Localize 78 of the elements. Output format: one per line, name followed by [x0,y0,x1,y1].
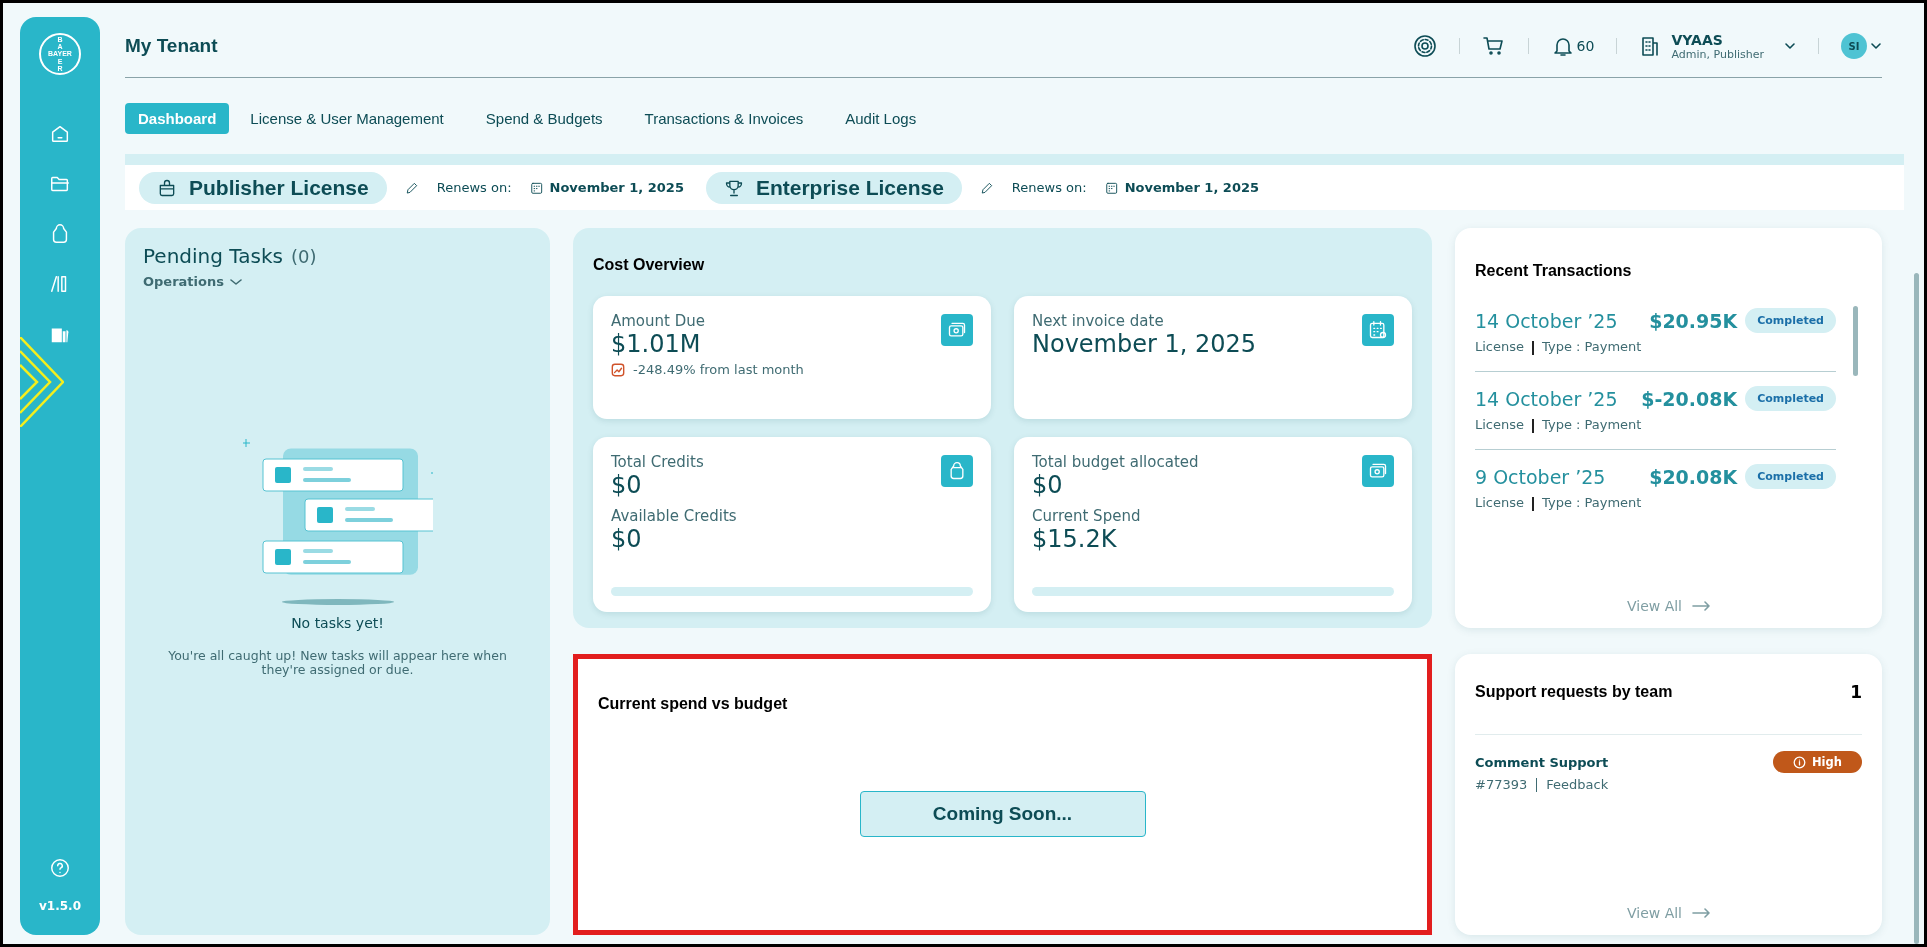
status-badge: Completed [1745,386,1836,411]
renews-label: Renews on: [436,180,512,195]
filter-dropdown[interactable]: Operations [143,274,242,289]
briefcase-icon [157,177,177,198]
transaction-amount: $20.08K [1649,465,1738,488]
trend-icon [611,362,625,377]
panel-title: Pending Tasks [143,244,283,268]
empty-message: You're all caught up! New tasks will appear here when they're assigned or due. [167,649,508,677]
transaction-type: Type : Payment [1542,416,1642,432]
request-count: 1 [1850,682,1862,702]
page-title: My Tenant [125,35,219,57]
home-icon[interactable] [49,123,71,145]
nav-tab[interactable]: License & User Management [237,102,457,134]
arrow-icon [1692,908,1710,918]
metric-value: November 1, 2025 [1032,330,1257,358]
transaction-date: 14 October ’25 [1475,309,1619,332]
transaction-date: 9 October ’25 [1475,465,1607,488]
cart-icon[interactable] [1481,34,1506,58]
transaction-type: Type : Payment [1542,338,1642,354]
panel-title: Cost Overview [593,256,706,274]
license-pill: Enterprise License [705,171,962,204]
metric-value: $15.2K [1032,525,1117,553]
metric-label: Available Credits [611,507,737,525]
transaction-category: License [1475,416,1524,432]
change-text: -248.49% from last month [633,362,804,377]
scrollbar[interactable] [1914,273,1919,944]
cash-icon [1368,461,1388,481]
notification-count: 60 [1576,38,1595,54]
calendar-icon [1104,180,1119,195]
metric-label: Next invoice date [1032,312,1164,330]
calendar-icon [1368,320,1388,340]
caret-icon[interactable] [1870,40,1882,52]
org-roles: Admin, Publisher [1671,47,1764,61]
metric-label: Current Spend [1032,507,1141,525]
transaction-amount: $20.95K [1649,309,1738,332]
pencil-icon[interactable] [979,180,994,195]
transaction-category: License [1475,494,1524,510]
metric-value: $0 [611,471,642,499]
request-id: #77393 [1475,777,1528,792]
scrollbar[interactable] [1853,306,1858,376]
pencil-icon[interactable] [404,180,419,195]
metric-label: Total Credits [611,453,704,471]
calendar-icon [529,180,544,195]
transaction-date: 14 October ’25 [1475,387,1619,410]
metric-value: $1.01M [611,330,701,358]
help-icon[interactable] [49,857,71,879]
arrow-icon [1692,601,1710,611]
metric-value: $0 [611,525,642,553]
renews-label: Renews on: [1011,180,1087,195]
caret-icon[interactable] [1784,40,1796,52]
renewal-date: November 1, 2025 [549,180,684,195]
status-badge: Completed [1745,464,1836,489]
transaction-category: License [1475,338,1524,354]
task-count: (0) [290,246,317,267]
nav-tab[interactable]: Spend & Budgets [472,102,616,134]
request-category: Feedback [1546,777,1609,792]
license-pill: Publisher License [139,171,387,204]
transaction-amount: $-20.08K [1641,387,1738,410]
card-title: Support requests by team [1475,683,1674,701]
status-badge: Completed [1745,308,1836,333]
gear-icon[interactable] [1412,34,1437,58]
metric-label: Amount Due [611,312,705,330]
nav-tab[interactable]: Audit Logs [832,102,930,134]
renewal-date: November 1, 2025 [1124,180,1260,195]
metric-label: Total budget allocated [1032,453,1199,471]
card-title: Recent Transactions [1475,262,1633,280]
cash-icon [947,320,967,340]
metric-value: $0 [1032,471,1063,499]
card-title: Current spend vs budget [598,695,789,713]
nav-tab[interactable]: Transactions & Invoices [631,102,817,134]
transaction-type: Type : Payment [1542,494,1642,510]
coming-soon-button[interactable]: Coming Soon... [859,791,1146,837]
request-name: Comment Support [1475,754,1610,770]
version-label: v1.5.0 [39,899,81,913]
org-name: VYAAS [1671,31,1724,48]
priority-badge: High [1773,751,1862,773]
user-avatar[interactable]: SI [1841,33,1867,59]
empty-title: No tasks yet! [291,615,384,631]
